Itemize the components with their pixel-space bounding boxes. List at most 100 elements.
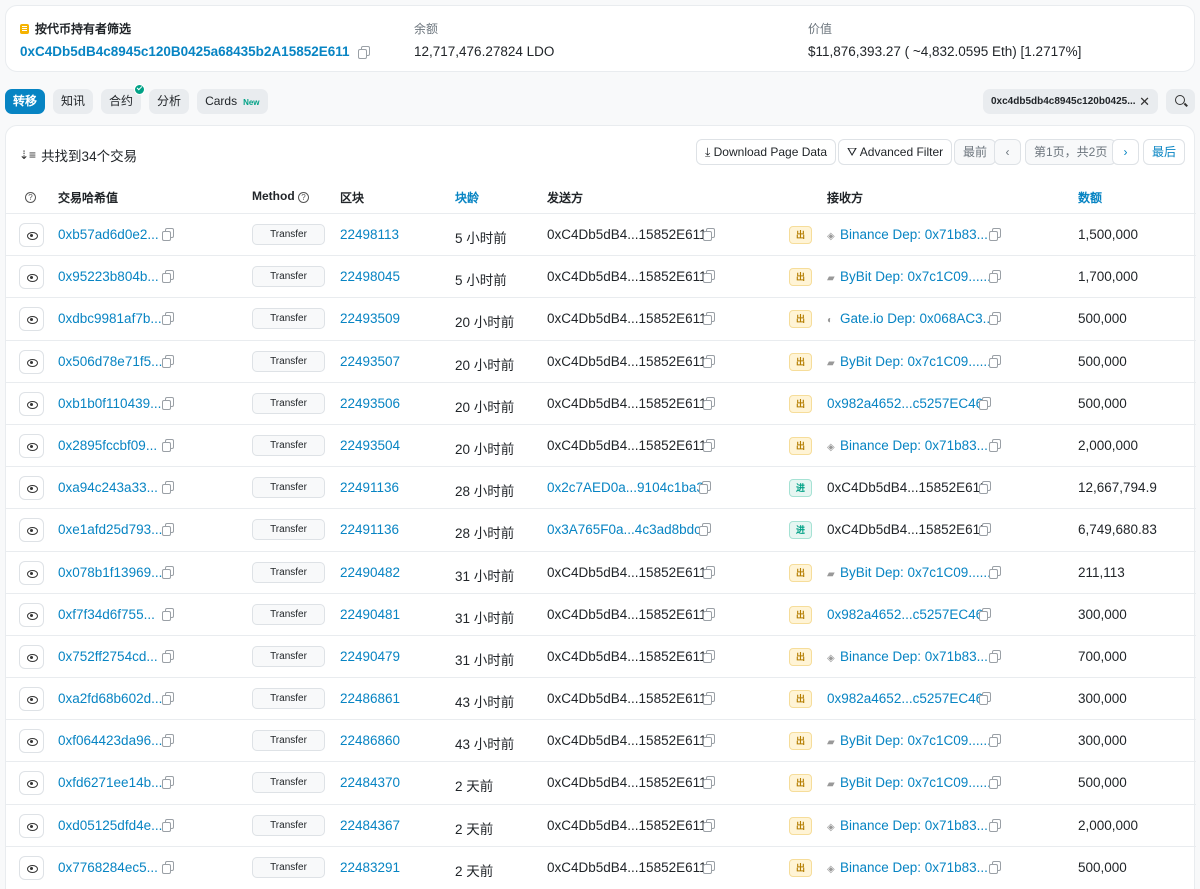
tx-hash-link[interactable]: 0x506d78e71f5...	[58, 354, 162, 369]
copy-icon[interactable]	[989, 734, 1001, 748]
tab-contract[interactable]: 合约	[101, 84, 146, 114]
header-help-icon[interactable]: ?	[25, 189, 36, 203]
to-address[interactable]: ◐ Gate.io Dep: 0x068AC3...	[827, 311, 994, 326]
copy-icon[interactable]	[703, 818, 715, 832]
view-details-eye-icon[interactable]	[19, 349, 44, 374]
copy-icon[interactable]	[979, 396, 991, 410]
tx-hash-link[interactable]: 0xe1afd25d793...	[58, 522, 162, 537]
block-link[interactable]: 22498113	[340, 227, 399, 242]
copy-icon[interactable]	[989, 818, 1001, 832]
tab-transfers[interactable]: 转移	[5, 89, 46, 114]
copy-icon[interactable]	[162, 692, 174, 706]
tx-hash-link[interactable]: 0xf064423da96...	[58, 733, 162, 748]
block-link[interactable]: 22484370	[340, 775, 400, 790]
copy-icon[interactable]	[989, 565, 1001, 579]
tab-cards[interactable]: Cards New	[197, 89, 268, 114]
to-address[interactable]: ◈ Binance Dep: 0x71b83...	[827, 649, 988, 664]
copy-icon[interactable]	[979, 607, 991, 621]
block-link[interactable]: 22490482	[340, 565, 400, 580]
copy-icon[interactable]	[989, 649, 1001, 663]
copy-icon[interactable]	[989, 354, 1001, 368]
address-filter-chip[interactable]: 0xc4db5db4c8945c120b0425... ✕	[983, 89, 1158, 114]
copy-icon[interactable]	[989, 860, 1001, 874]
from-address[interactable]: 0x2c7AED0a...9104c1ba3	[547, 480, 704, 495]
view-details-eye-icon[interactable]	[19, 644, 44, 669]
tab-analytics[interactable]: 分析	[149, 89, 190, 114]
search-button[interactable]	[1166, 89, 1195, 114]
copy-icon[interactable]	[703, 396, 715, 410]
to-address[interactable]: 0x982a4652...c5257EC46	[827, 396, 983, 411]
to-address[interactable]: ◈ Binance Dep: 0x71b83...	[827, 818, 988, 833]
copy-icon[interactable]	[703, 692, 715, 706]
copy-icon[interactable]	[699, 523, 711, 537]
tab-info[interactable]: 知讯	[53, 89, 94, 114]
download-page-data-button[interactable]: ⤓ Download Page Data	[696, 139, 837, 165]
tx-hash-link[interactable]: 0xb1b0f110439...	[58, 396, 161, 411]
copy-icon[interactable]	[162, 649, 174, 663]
to-address[interactable]: ▰ ByBit Dep: 0x7c1C09......	[827, 269, 991, 284]
prev-page-button[interactable]: ‹	[994, 139, 1021, 165]
to-address[interactable]: ◈ Binance Dep: 0x71b83...	[827, 438, 988, 453]
last-page-button[interactable]: 最后	[1143, 139, 1186, 165]
to-address[interactable]: 0x982a4652...c5257EC46	[827, 607, 983, 622]
copy-icon[interactable]	[357, 45, 370, 59]
from-address[interactable]: 0x3A765F0a...4c3ad8bdc	[547, 522, 701, 537]
view-details-eye-icon[interactable]	[19, 223, 44, 247]
block-link[interactable]: 22484367	[340, 818, 400, 833]
copy-icon[interactable]	[703, 228, 715, 241]
copy-icon[interactable]	[979, 692, 991, 706]
copy-icon[interactable]	[162, 607, 174, 621]
copy-icon[interactable]	[162, 860, 174, 874]
block-link[interactable]: 22483291	[340, 860, 400, 875]
block-link[interactable]: 22493504	[340, 438, 400, 453]
view-details-eye-icon[interactable]	[19, 391, 44, 416]
copy-icon[interactable]	[703, 649, 715, 663]
tx-hash-link[interactable]: 0xa94c243a33...	[58, 480, 158, 495]
to-address[interactable]: ▰ ByBit Dep: 0x7c1C09......	[827, 354, 991, 369]
tx-hash-link[interactable]: 0xfd6271ee14b...	[58, 775, 162, 790]
to-address[interactable]: ◈ Binance Dep: 0x71b83...	[827, 227, 988, 242]
view-details-eye-icon[interactable]	[19, 813, 44, 838]
copy-icon[interactable]	[162, 228, 174, 241]
view-details-eye-icon[interactable]	[19, 855, 44, 880]
first-page-button[interactable]: 最前	[954, 139, 997, 165]
view-details-eye-icon[interactable]	[19, 560, 44, 585]
copy-icon[interactable]	[162, 481, 174, 495]
block-link[interactable]: 22491136	[340, 522, 399, 537]
copy-icon[interactable]	[162, 354, 174, 368]
copy-icon[interactable]	[989, 776, 1001, 790]
view-details-eye-icon[interactable]	[19, 518, 44, 543]
to-address[interactable]: ◈ Binance Dep: 0x71b83...	[827, 860, 988, 875]
copy-icon[interactable]	[989, 270, 1001, 284]
copy-icon[interactable]	[989, 438, 1001, 452]
to-address[interactable]: ▰ ByBit Dep: 0x7c1C09......	[827, 565, 991, 580]
tx-hash-link[interactable]: 0x7768284ec5...	[58, 860, 158, 875]
block-link[interactable]: 22498045	[340, 269, 400, 284]
copy-icon[interactable]	[979, 481, 991, 495]
view-details-eye-icon[interactable]	[19, 602, 44, 627]
block-link[interactable]: 22490481	[340, 607, 400, 622]
block-link[interactable]: 22486861	[340, 691, 400, 706]
copy-icon[interactable]	[703, 734, 715, 748]
view-details-eye-icon[interactable]	[19, 265, 44, 290]
view-details-eye-icon[interactable]	[19, 771, 44, 796]
tx-hash-link[interactable]: 0xa2fd68b602d...	[58, 691, 162, 706]
copy-icon[interactable]	[703, 860, 715, 874]
copy-icon[interactable]	[162, 776, 174, 790]
to-address[interactable]: ▰ ByBit Dep: 0x7c1C09......	[827, 775, 991, 790]
copy-icon[interactable]	[989, 312, 1001, 326]
copy-icon[interactable]	[162, 818, 174, 832]
copy-icon[interactable]	[162, 438, 174, 452]
view-details-eye-icon[interactable]	[19, 433, 44, 458]
view-details-eye-icon[interactable]	[19, 729, 44, 754]
holder-address[interactable]: 0xC4Db5dB4c8945c120B0425a68435b2A15852E6…	[20, 44, 350, 59]
tx-hash-link[interactable]: 0x078b1f13969...	[58, 565, 162, 580]
copy-icon[interactable]	[162, 396, 174, 410]
copy-icon[interactable]	[162, 523, 174, 537]
view-details-eye-icon[interactable]	[19, 687, 44, 712]
copy-icon[interactable]	[703, 776, 715, 790]
copy-icon[interactable]	[989, 228, 1001, 241]
view-details-eye-icon[interactable]	[19, 307, 44, 332]
tx-hash-link[interactable]: 0x752ff2754cd...	[58, 649, 158, 664]
view-details-eye-icon[interactable]	[19, 476, 44, 501]
